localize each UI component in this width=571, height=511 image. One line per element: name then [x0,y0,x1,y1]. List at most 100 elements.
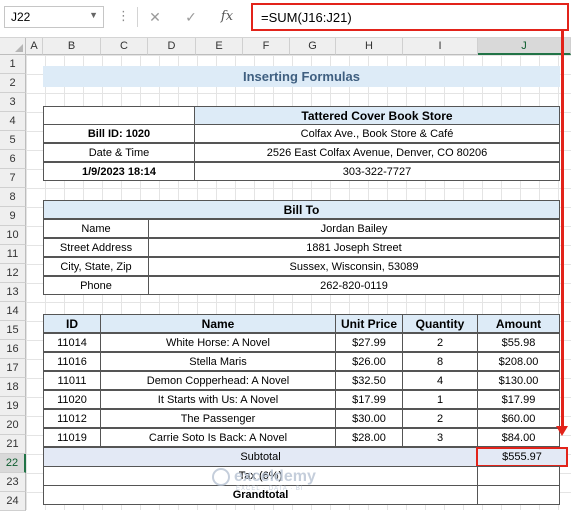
row-header-1[interactable]: 1 [0,55,26,74]
enter-icon[interactable]: ✓ [178,6,204,28]
bill-to-header: Bill To [43,200,560,219]
item-amount-cell: $130.00 [477,371,560,390]
bill-id: Bill ID: 1020 [43,124,195,143]
column-header-unit-price: Unit Price [335,314,403,333]
item-unit-price-cell: $27.99 [335,333,403,352]
column-header-amount: Amount [477,314,560,333]
row-header-22[interactable]: 22 [0,454,26,473]
item-unit-price-cell: $30.00 [335,409,403,428]
more-options-icon[interactable]: ⋮ [117,7,130,27]
row-header-15[interactable]: 15 [0,321,26,340]
column-header-h[interactable]: H [336,38,403,55]
column-header-f[interactable]: F [243,38,290,55]
item-amount-cell: $208.00 [477,352,560,371]
item-unit-price-cell: $32.50 [335,371,403,390]
row-header-24[interactable]: 24 [0,492,26,511]
item-unit-price-cell: $28.00 [335,428,403,447]
item-amount-cell: $60.00 [477,409,560,428]
row-header-9[interactable]: 9 [0,207,26,226]
column-header-e[interactable]: E [196,38,243,55]
bill-to-value: 1881 Joseph Street [148,238,560,257]
bill-to-value: Sussex, Wisconsin, 53089 [148,257,560,276]
row-header-13[interactable]: 13 [0,283,26,302]
store-address-line1: Colfax Ave., Book Store & Café [194,124,560,143]
item-id-cell: 11011 [43,371,101,390]
column-header-g[interactable]: G [290,38,336,55]
item-name-cell: It Starts with Us: A Novel [100,390,336,409]
column-header-j[interactable]: J [478,38,571,55]
chevron-down-icon[interactable]: ▼ [89,10,98,20]
watermark: exceldemy EXCEL · DATA · BI [200,466,400,496]
item-name-cell: Demon Copperhead: A Novel [100,371,336,390]
bill-to-value: Jordan Bailey [148,219,560,238]
row-header-6[interactable]: 6 [0,150,26,169]
item-amount-cell: $84.00 [477,428,560,447]
row-header-5[interactable]: 5 [0,131,26,150]
subtotal-value-selected-cell[interactable]: $555.97 [476,447,568,467]
select-all-button[interactable] [0,38,26,55]
item-id-cell: 11019 [43,428,101,447]
sheet-title: Inserting Formulas [43,66,560,87]
column-header-c[interactable]: C [101,38,148,55]
formula-bar: J22 ▼ ⋮ ✕ ✓ fx =SUM(J16:J21) [0,0,571,38]
column-header-id: ID [43,314,101,333]
divider [137,7,138,27]
item-name-cell: White Horse: A Novel [100,333,336,352]
row-header-20[interactable]: 20 [0,416,26,435]
row-header-2[interactable]: 2 [0,74,26,93]
bill-to-label: Name [43,219,149,238]
item-unit-price-cell: $26.00 [335,352,403,371]
formula-input[interactable]: =SUM(J16:J21) [251,3,569,31]
watermark-name: exceldemy [234,468,316,485]
store-address-line2: 2526 East Colfax Avenue, Denver, CO 8020… [194,143,560,162]
row-header-4[interactable]: 4 [0,112,26,131]
watermark-tagline: EXCEL · DATA · BI [236,486,304,492]
item-name-cell: The Passenger [100,409,336,428]
item-unit-price-cell: $17.99 [335,390,403,409]
item-name-cell: Carrie Soto Is Back: A Novel [100,428,336,447]
row-header-7[interactable]: 7 [0,169,26,188]
item-id-cell: 11014 [43,333,101,352]
name-box-value: J22 [11,10,31,24]
column-header-b[interactable]: B [43,38,101,55]
item-quantity-cell: 2 [402,333,478,352]
item-amount-cell: $55.98 [477,333,560,352]
date-time-label: Date & Time [43,143,195,162]
row-header-11[interactable]: 11 [0,245,26,264]
row-header-18[interactable]: 18 [0,378,26,397]
row-header-8[interactable]: 8 [0,188,26,207]
store-name: Tattered Cover Book Store [194,106,560,125]
insert-function-icon[interactable]: fx [214,6,240,28]
row-header-16[interactable]: 16 [0,340,26,359]
item-amount-cell: $17.99 [477,390,560,409]
row-header-17[interactable]: 17 [0,359,26,378]
column-header-name: Name [100,314,336,333]
item-id-cell: 11016 [43,352,101,371]
row-header-19[interactable]: 19 [0,397,26,416]
column-header-quantity: Quantity [402,314,478,333]
row-header-21[interactable]: 21 [0,435,26,454]
column-header-d[interactable]: D [148,38,196,55]
row-header-12[interactable]: 12 [0,264,26,283]
item-quantity-cell: 2 [402,409,478,428]
annotation-arrow-line [561,31,564,431]
row-header-14[interactable]: 14 [0,302,26,321]
cancel-icon[interactable]: ✕ [142,6,168,28]
row-header-10[interactable]: 10 [0,226,26,245]
bill-to-label: City, State, Zip [43,257,149,276]
formula-text: =SUM(J16:J21) [261,10,352,25]
item-id-cell: 11020 [43,390,101,409]
store-phone: 303-322-7727 [194,162,560,181]
row-header-23[interactable]: 23 [0,473,26,492]
tax-value [477,466,560,486]
grandtotal-value [477,485,560,505]
bill-to-label: Street Address [43,238,149,257]
column-header-a[interactable]: A [26,38,43,55]
name-box[interactable]: J22 ▼ [4,6,104,28]
row-header-3[interactable]: 3 [0,93,26,112]
annotation-arrow-head [556,426,568,436]
subtotal-label: Subtotal [43,447,478,467]
item-id-cell: 11012 [43,409,101,428]
column-header-i[interactable]: I [403,38,478,55]
item-name-cell: Stella Maris [100,352,336,371]
